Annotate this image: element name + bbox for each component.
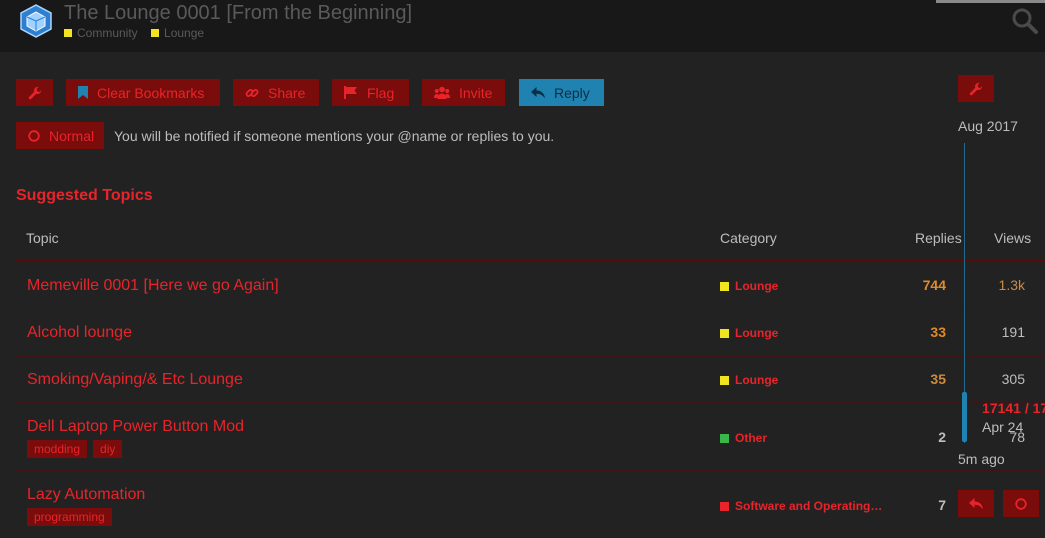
admin-wrench-button[interactable] — [16, 79, 53, 106]
breadcrumb: Community Lounge — [64, 26, 214, 40]
invite-button[interactable]: Invite — [422, 79, 505, 106]
flag-icon — [344, 86, 357, 99]
category-badge[interactable]: Lounge — [720, 279, 778, 293]
category-badge[interactable]: Lounge — [720, 326, 778, 340]
notification-description: You will be notified if someone mentions… — [114, 128, 555, 144]
view-count: 191 — [1001, 324, 1025, 340]
category-label: Lounge — [735, 279, 779, 293]
wrench-icon — [28, 86, 41, 99]
reply-count[interactable]: 744 — [886, 277, 946, 293]
category-color-icon — [720, 501, 729, 511]
reply-icon — [531, 86, 545, 98]
timeline-reply-button[interactable] — [958, 490, 994, 517]
column-header-category: Category — [720, 230, 777, 246]
tag-diy[interactable]: diy — [93, 440, 123, 458]
view-count: 305 — [1001, 371, 1025, 387]
category-badge[interactable]: Lounge — [720, 373, 778, 387]
circle-icon — [28, 129, 40, 142]
timeline-admin-button[interactable] — [958, 75, 994, 102]
timeline-notification-button[interactable] — [1003, 490, 1039, 517]
search-icon[interactable] — [1012, 8, 1038, 34]
share-button[interactable]: Share — [233, 79, 319, 106]
header-scroll-indicator — [936, 0, 1045, 3]
table-header-divider — [16, 260, 1045, 262]
reply-count[interactable]: 35 — [886, 371, 946, 387]
breadcrumb-label: Lounge — [164, 26, 205, 40]
clear-bookmarks-label: Clear Bookmarks — [97, 84, 205, 101]
timeline-current-date: Apr 24 — [982, 419, 1024, 435]
category-color-icon — [64, 29, 72, 37]
category-label: Lounge — [735, 373, 779, 387]
category-color-icon — [720, 433, 729, 443]
tag-programming[interactable]: programming — [27, 508, 112, 526]
share-label: Share — [268, 84, 306, 101]
timeline-handle[interactable] — [962, 392, 967, 442]
topic-header: The Lounge 0001 [From the Beginning] Com… — [0, 0, 1045, 52]
reply-icon — [969, 497, 983, 509]
row-divider — [16, 356, 1045, 357]
suggested-topics-heading: Suggested Topics — [16, 187, 153, 204]
row-divider — [16, 402, 1045, 403]
view-count: 1.3k — [998, 277, 1025, 293]
invite-label: Invite — [459, 84, 493, 101]
column-header-topic: Topic — [26, 230, 59, 246]
row-divider — [16, 470, 1045, 471]
notification-level-button[interactable]: Normal — [16, 122, 104, 149]
category-label: Lounge — [735, 326, 779, 340]
breadcrumb-label: Community — [77, 26, 138, 40]
circle-icon — [1015, 497, 1027, 510]
reply-count[interactable]: 33 — [886, 324, 946, 340]
reply-label: Reply — [554, 84, 590, 101]
topic-link[interactable]: Lazy Automation — [27, 486, 145, 504]
link-icon — [245, 88, 259, 97]
column-header-views[interactable]: Views — [994, 230, 1031, 246]
users-icon — [434, 86, 450, 99]
timeline-start-date[interactable]: Aug 2017 — [958, 118, 1018, 134]
category-color-icon — [720, 281, 729, 291]
category-label: Other — [735, 431, 768, 445]
flag-button[interactable]: Flag — [332, 79, 409, 106]
tag-list: programming — [27, 508, 112, 526]
bookmark-icon — [78, 86, 88, 99]
category-badge[interactable]: Software and Operating… — [720, 499, 882, 513]
topic-link[interactable]: Memeville 0001 [Here we go Again] — [27, 277, 279, 295]
reply-count[interactable]: 7 — [886, 497, 946, 513]
category-color-icon — [151, 29, 160, 37]
clear-bookmarks-button[interactable]: Clear Bookmarks — [66, 79, 220, 106]
breadcrumb-community[interactable]: Community — [64, 26, 138, 40]
category-label: Software and Operating… — [735, 499, 883, 513]
flag-label: Flag — [367, 84, 395, 101]
tag-modding[interactable]: modding — [27, 440, 88, 458]
row-divider — [16, 309, 1045, 310]
reply-count[interactable]: 2 — [886, 429, 946, 445]
cube-logo-icon[interactable] — [20, 4, 52, 38]
tag-list: modding diy — [27, 440, 123, 458]
topic-link[interactable]: Alcohol lounge — [27, 324, 132, 342]
topic-link[interactable]: Dell Laptop Power Button Mod — [27, 418, 244, 436]
breadcrumb-lounge[interactable]: Lounge — [151, 26, 204, 40]
category-badge[interactable]: Other — [720, 431, 767, 445]
reply-button[interactable]: Reply — [519, 79, 604, 106]
topic-link[interactable]: Smoking/Vaping/& Etc Lounge — [27, 371, 243, 389]
topic-title[interactable]: The Lounge 0001 [From the Beginning] — [64, 2, 412, 25]
timeline-last-activity[interactable]: 5m ago — [958, 451, 1005, 467]
category-color-icon — [720, 375, 729, 385]
wrench-icon — [969, 82, 983, 95]
notification-level-label: Normal — [49, 127, 95, 144]
column-header-replies[interactable]: Replies — [915, 230, 962, 246]
category-color-icon — [720, 328, 729, 338]
timeline-post-position: 17141 / 17 — [982, 400, 1045, 416]
